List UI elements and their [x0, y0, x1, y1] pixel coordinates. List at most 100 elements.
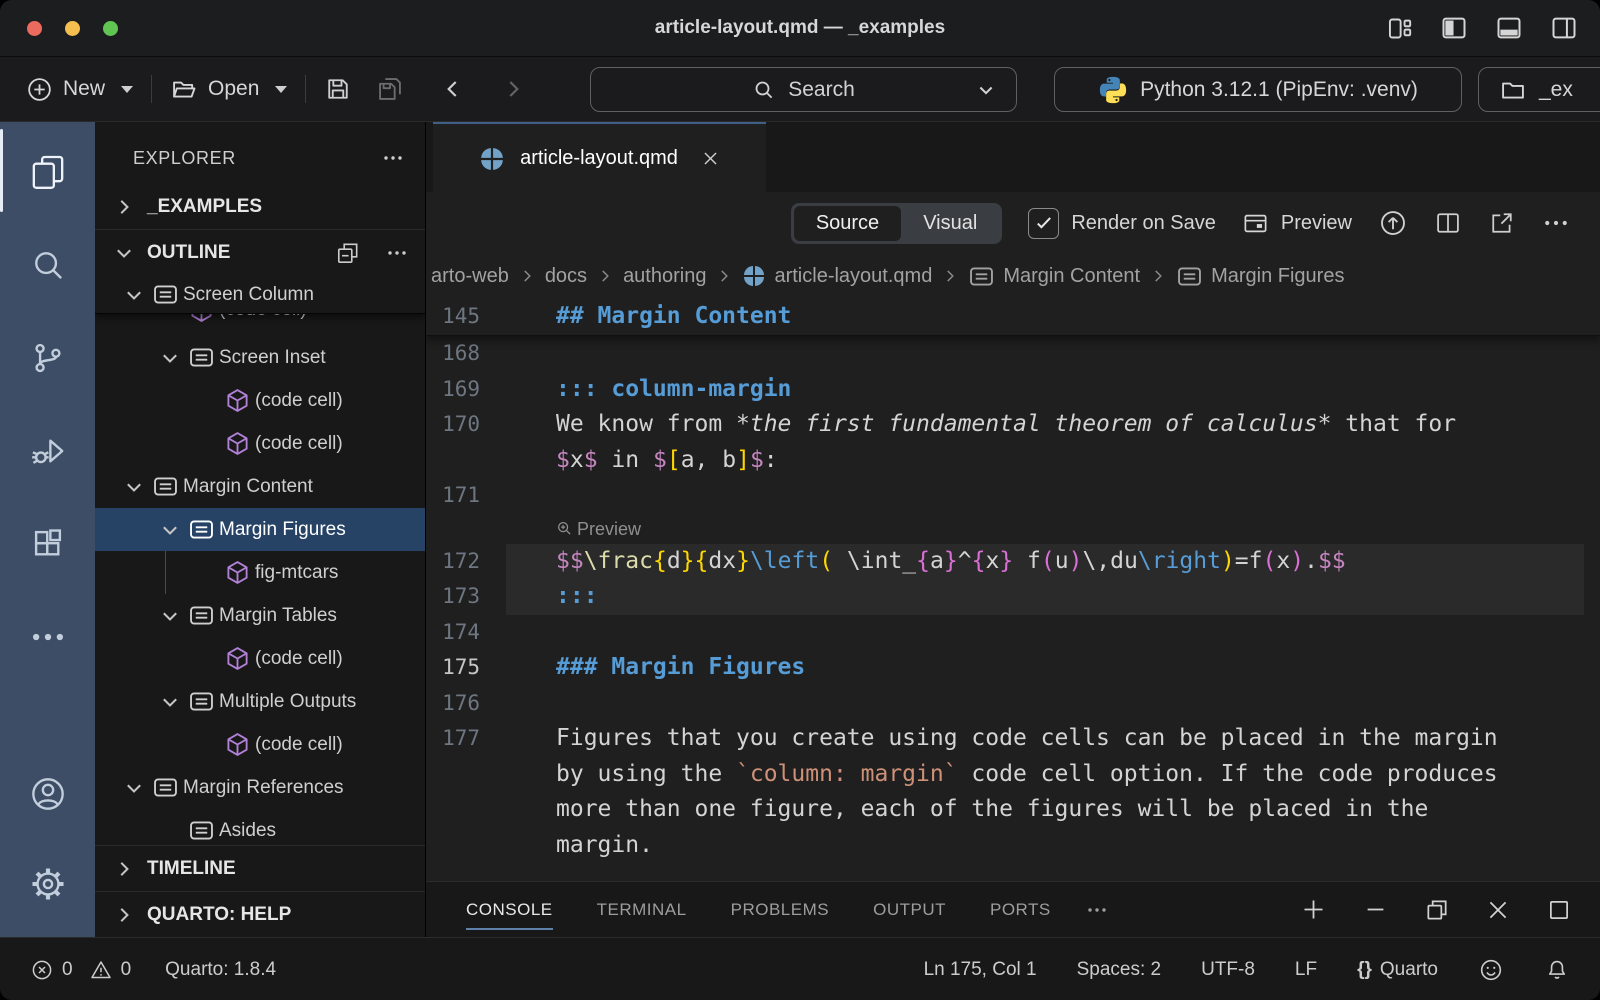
toggle-bottom-panel-icon[interactable] [1495, 14, 1523, 42]
eol-status[interactable]: LF [1295, 959, 1317, 981]
chevron-down-icon[interactable] [119, 284, 149, 306]
code-line[interactable]: by using the `column: margin` code cell … [426, 757, 1600, 793]
panel-tab-output[interactable]: OUTPUT [873, 894, 946, 926]
interpreter-selector[interactable]: Python 3.12.1 (PipEnv: .venv) [1054, 67, 1462, 112]
outline-item-code-cell[interactable]: (code cell) [95, 637, 425, 680]
customize-layout-icon[interactable] [1386, 15, 1413, 42]
sticky-scroll-line[interactable]: 145 ## Margin Content [426, 298, 1600, 336]
minimize-panel-icon[interactable] [1362, 896, 1389, 923]
cursor-position-status[interactable]: Ln 175, Col 1 [924, 959, 1037, 981]
code-line[interactable]: 172$$\frac{d}{dx}\left( \int_{a}^{x} f(u… [426, 544, 1600, 580]
outline-item-asides[interactable]: Asides [95, 809, 425, 845]
panel-tab-terminal[interactable]: TERMINAL [597, 894, 687, 926]
preview-button[interactable]: Preview [1242, 210, 1352, 237]
code-line[interactable]: 168 [426, 336, 1600, 372]
render-on-save-toggle[interactable]: Render on Save [1028, 208, 1216, 239]
code-editor[interactable]: 145 ## Margin Content 168169::: column-m… [426, 298, 1600, 881]
breadcrumb-item-docs[interactable]: docs [545, 265, 587, 288]
sidebar-section-quarto-help[interactable]: QUARTO: HELP [95, 891, 425, 937]
close-window-button[interactable] [27, 21, 42, 36]
outline-item-margin-references[interactable]: Margin References [95, 766, 425, 809]
chevron-down-icon[interactable] [119, 476, 149, 498]
notifications-bell-icon[interactable] [1544, 957, 1570, 983]
feedback-smiley-icon[interactable] [1478, 957, 1504, 983]
maximize-panel-icon[interactable] [1546, 897, 1572, 923]
open-button[interactable]: Open [170, 75, 287, 103]
new-button[interactable]: New [26, 76, 133, 103]
account-button[interactable] [0, 774, 95, 814]
maximize-window-button[interactable] [103, 21, 118, 36]
outline-item-margin-figures[interactable]: Margin Figures [95, 508, 425, 551]
code-line[interactable]: 173::: [426, 579, 1600, 615]
settings-button[interactable] [0, 865, 95, 903]
code-line[interactable]: 176 [426, 686, 1600, 722]
code-line[interactable]: 169::: column-margin [426, 372, 1600, 408]
more-views-button[interactable] [0, 590, 95, 683]
outline-item-code-cell[interactable]: (code cell) [95, 723, 425, 766]
problems-status[interactable]: 0 0 [30, 958, 131, 982]
explorer-more-actions-icon[interactable] [381, 146, 405, 170]
sidebar-section-timeline[interactable]: TIMELINE [95, 845, 425, 891]
outline-item-margin-content[interactable]: Margin Content [95, 465, 425, 508]
close-tab-icon[interactable] [701, 149, 720, 168]
toggle-right-sidebar-icon[interactable] [1550, 14, 1578, 42]
encoding-status[interactable]: UTF-8 [1201, 959, 1255, 981]
close-panel-icon[interactable] [1485, 897, 1511, 923]
outline-item-code-cell[interactable]: (code cell) [95, 422, 425, 465]
chevron-down-icon[interactable] [119, 777, 149, 799]
save-all-icon[interactable] [376, 75, 404, 103]
workspace-selector[interactable]: _ex [1478, 67, 1600, 112]
quarto-version-status[interactable]: Quarto: 1.8.4 [165, 959, 276, 981]
split-editor-icon[interactable] [1434, 209, 1462, 237]
outline-item-margin-tables[interactable]: Margin Tables [95, 594, 425, 637]
breadcrumb-item-margin-figures[interactable]: Margin Figures [1176, 263, 1344, 290]
new-console-icon[interactable] [1300, 896, 1327, 923]
outline-item-screen-inset[interactable]: Screen Inset [95, 336, 425, 379]
visual-mode-button[interactable]: Visual [901, 206, 999, 241]
search-input[interactable]: Search [590, 67, 1017, 112]
navigate-forward-icon[interactable] [500, 76, 526, 102]
panel-tab-problems[interactable]: PROBLEMS [731, 894, 829, 926]
source-mode-button[interactable]: Source [794, 206, 901, 241]
more-actions-icon[interactable] [1542, 209, 1570, 237]
outline-item-code-cell[interactable]: (code cell) [95, 379, 425, 422]
explorer-view-button[interactable] [0, 125, 95, 218]
outline-item-screen-column[interactable]: Screen Column [95, 276, 425, 314]
outline-item-fig-mtcars[interactable]: fig-mtcars [95, 551, 425, 594]
minimize-window-button[interactable] [65, 21, 80, 36]
breadcrumb-item-authoring[interactable]: authoring [623, 265, 706, 288]
outline-item-multiple-outputs[interactable]: Multiple Outputs [95, 680, 425, 723]
run-debug-view-button[interactable] [0, 404, 95, 497]
open-in-new-window-icon[interactable] [1488, 209, 1516, 237]
restore-panel-icon[interactable] [1424, 897, 1450, 923]
indentation-status[interactable]: Spaces: 2 [1077, 959, 1162, 981]
outline-item-code-cell[interactable]: (code cell) [95, 314, 425, 336]
code-line[interactable]: 170We know from *the first fundamental t… [426, 407, 1600, 443]
chevron-down-icon[interactable] [155, 519, 185, 541]
code-line[interactable]: $x$ in $[a, b]$: [426, 443, 1600, 479]
code-line[interactable]: margin. [426, 828, 1600, 864]
code-line[interactable]: 177Figures that you create using code ce… [426, 721, 1600, 757]
collapse-all-icon[interactable] [335, 240, 361, 266]
language-mode-status[interactable]: {} Quarto [1357, 959, 1438, 981]
code-line[interactable]: more than one figure, each of the figure… [426, 792, 1600, 828]
sidebar-section-examples[interactable]: _EXAMPLES [95, 184, 425, 229]
navigate-back-icon[interactable] [440, 76, 466, 102]
outline-more-actions-icon[interactable] [385, 241, 409, 265]
code-line[interactable]: 175### Margin Figures [426, 650, 1600, 686]
breadcrumb-item-article-layout-qmd[interactable]: article-layout.qmd [742, 264, 932, 288]
panel-more-tabs-icon[interactable] [1085, 898, 1109, 922]
chevron-down-icon[interactable] [155, 347, 185, 369]
codelens-preview[interactable]: Preview [426, 514, 1600, 544]
breadcrumb-item-arto-web[interactable]: arto-web [431, 265, 509, 288]
code-line[interactable]: 174 [426, 615, 1600, 651]
save-icon[interactable] [324, 75, 352, 103]
panel-tab-console[interactable]: CONSOLE [466, 894, 553, 926]
publish-icon[interactable] [1378, 208, 1408, 238]
breadcrumb-item-margin-content[interactable]: Margin Content [968, 263, 1140, 290]
chevron-down-icon[interactable] [155, 691, 185, 713]
code-line[interactable]: 171 [426, 478, 1600, 514]
sidebar-section-outline[interactable]: OUTLINE [95, 229, 425, 276]
toggle-left-sidebar-icon[interactable] [1440, 14, 1468, 42]
extensions-view-button[interactable] [0, 497, 95, 590]
